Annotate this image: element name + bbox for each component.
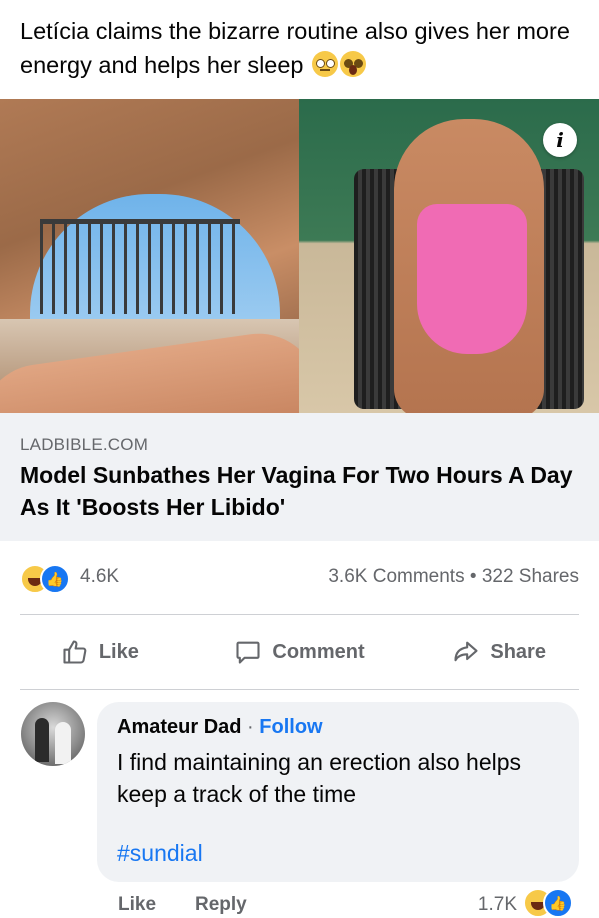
comment-bubble: Amateur Dad · Follow I find maintaining … [97,702,579,882]
divider [20,614,579,615]
flushed-face-emoji-icon [312,51,339,77]
like-button[interactable]: Like [0,625,200,679]
comments-count[interactable]: 3.6K Comments [328,566,464,587]
comment-actions: Like Reply 1.7K 👍 [0,888,599,918]
comment-author[interactable]: Amateur Dad [117,716,241,738]
thumbs-up-icon [63,640,87,664]
like-reaction-icon: 👍 [543,888,573,918]
link-headline[interactable]: Model Sunbathes Her Vagina For Two Hours… [20,459,585,523]
avatar[interactable] [21,702,85,766]
post-caption-text: Letícia claims the bizarre routine also … [20,18,570,78]
comment-like-button[interactable]: Like [118,894,156,916]
reaction-icons[interactable]: 👍 [20,564,76,594]
like-reaction-icon: 👍 [40,564,70,594]
sunbathing-photo [0,99,299,413]
share-arrow-icon [454,641,478,662]
post-caption: Letícia claims the bizarre routine also … [20,14,585,82]
share-button[interactable]: Share [399,625,599,679]
comment-reactions-count[interactable]: 1.7K [478,894,517,916]
comment-button[interactable]: Comment [200,625,400,679]
shares-count[interactable]: 322 Shares [482,566,579,587]
comment-label: Comment [272,640,365,663]
comment-reply-button[interactable]: Reply [195,894,247,916]
author-separator: · [247,716,254,738]
reactions-count[interactable]: 4.6K [80,566,119,588]
follow-button[interactable]: Follow [259,716,322,738]
model-photo: i [299,99,599,413]
comment-icon [236,641,260,664]
hashtag-link[interactable]: #sundial [117,840,203,867]
divider [20,689,579,690]
link-domain: LADBIBLE.COM [20,435,149,454]
link-preview-image[interactable]: i [0,99,599,413]
stats-separator: • [469,566,477,587]
share-label: Share [490,640,546,663]
comment-text: I find maintaining an erection also help… [117,749,522,807]
comment-reaction-icons[interactable]: 👍 [523,888,579,918]
post-actions: Like Comment Share [0,625,599,679]
post-stats: 👍 4.6K 3.6K Comments • 322 Shares [0,556,599,600]
link-preview-card[interactable]: LADBIBLE.COM Model Sunbathes Her Vagina … [0,413,599,541]
like-label: Like [98,640,139,663]
comment-author-line: Amateur Dad · Follow [117,716,323,739]
info-icon[interactable]: i [543,123,577,157]
astonished-face-emoji-icon [340,51,367,77]
comments-shares-summary: 3.6K Comments • 322 Shares [328,566,579,588]
